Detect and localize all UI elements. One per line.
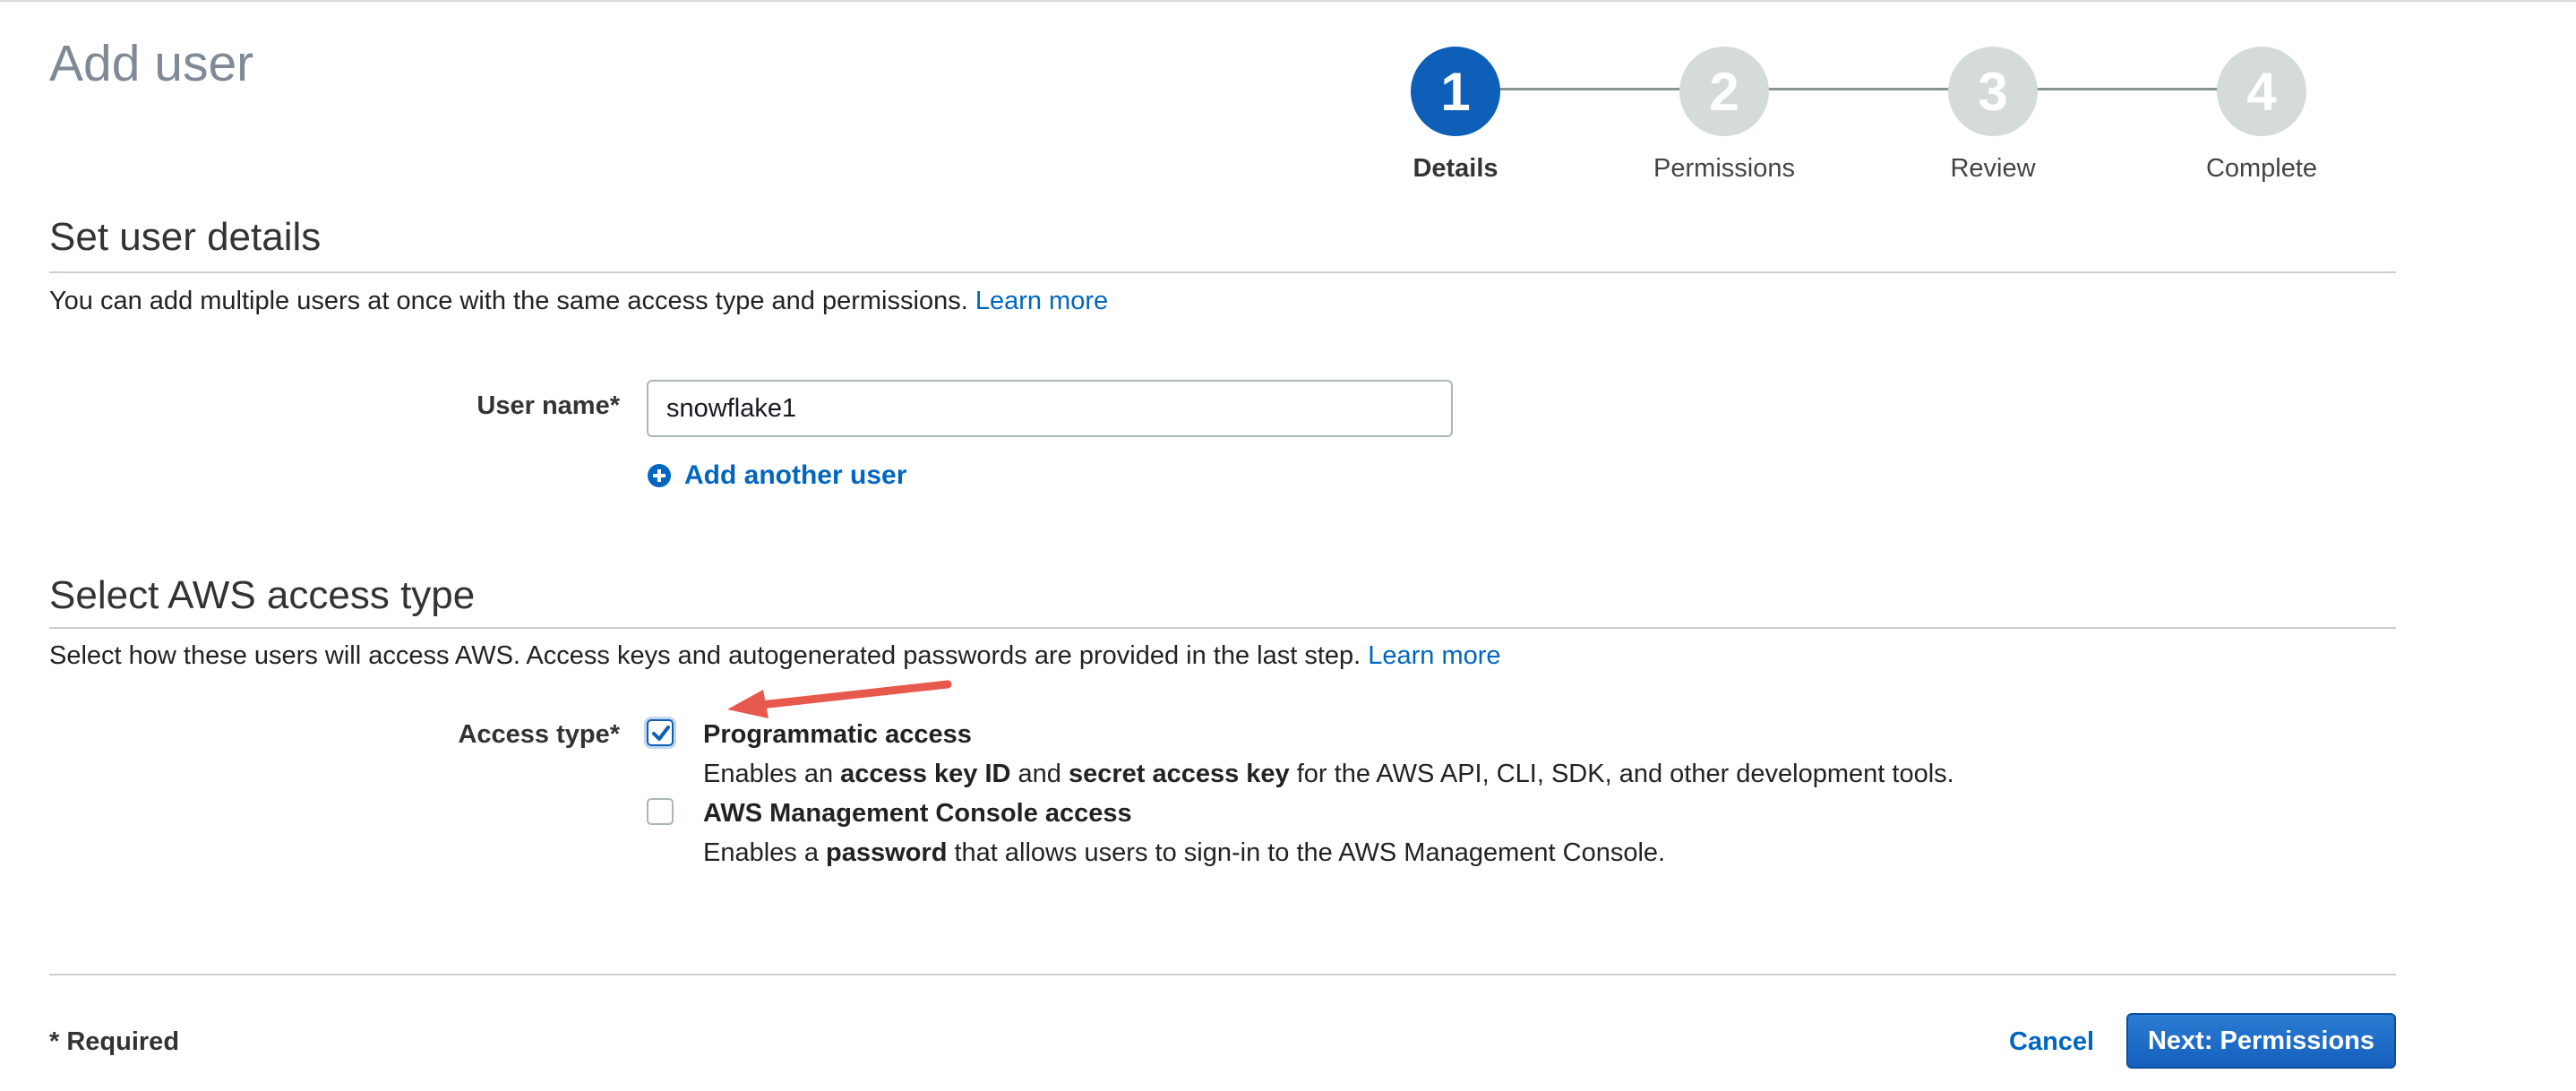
learn-more-link[interactable]: Learn more <box>1368 641 1500 670</box>
desc-bold-text: access key ID <box>840 760 1011 788</box>
console-access-title: AWS Management Console access <box>703 799 1132 828</box>
step-number: 1 <box>1411 47 1500 136</box>
username-label: User name* <box>477 391 620 420</box>
add-another-user-label: Add another user <box>684 460 907 490</box>
programmatic-access-description: Enables an access key ID and secret acce… <box>703 760 1954 789</box>
step-complete: 4 Complete <box>2163 47 2360 184</box>
desc-text: and <box>1010 760 1069 788</box>
step-review: 3 Review <box>1894 47 2091 184</box>
description-text: You can add multiple users at once with … <box>49 287 968 315</box>
access-type-description: Select how these users will access AWS. … <box>49 641 1501 671</box>
desc-bold-text: password <box>826 838 948 867</box>
console-access-description: Enables a password that allows users to … <box>703 838 1665 868</box>
step-number: 4 <box>2217 47 2306 136</box>
programmatic-access-checkbox[interactable] <box>647 719 674 746</box>
desc-text: for the AWS API, CLI, SDK, and other dev… <box>1289 760 1954 788</box>
section-title-access-type: Select AWS access type <box>49 573 476 617</box>
plus-circle-icon <box>648 464 671 487</box>
top-divider <box>0 0 2576 2</box>
step-label: Details <box>1413 154 1498 183</box>
page-title: Add user <box>49 35 254 92</box>
step-permissions: 2 Permissions <box>1626 47 1823 184</box>
step-details: 1 Details <box>1357 47 1554 184</box>
required-note: * Required <box>49 1027 180 1056</box>
step-label: Complete <box>2205 154 2318 183</box>
footer-divider <box>49 974 2396 975</box>
step-number: 3 <box>1948 47 2038 136</box>
step-label: Permissions <box>1653 154 1795 183</box>
step-label: Review <box>1950 154 2036 183</box>
cancel-button[interactable]: Cancel <box>2009 1027 2094 1057</box>
learn-more-link[interactable]: Learn more <box>975 287 1108 315</box>
section-divider <box>49 627 2396 629</box>
description-text: Select how these users will access AWS. … <box>49 641 1361 670</box>
user-details-description: You can add multiple users at once with … <box>49 287 1108 316</box>
add-another-user-link[interactable]: Add another user <box>647 460 906 491</box>
access-type-label: Access type* <box>458 720 620 749</box>
stepper-connector <box>1455 88 2262 90</box>
desc-text: Enables an <box>703 760 841 788</box>
checkmark-icon <box>652 726 670 741</box>
step-number: 2 <box>1679 47 1769 136</box>
desc-text: Enables a <box>703 838 827 867</box>
section-divider <box>49 271 2396 273</box>
next-permissions-button[interactable]: Next: Permissions <box>2126 1013 2396 1069</box>
console-access-checkbox[interactable] <box>647 798 674 825</box>
desc-bold-text: secret access key <box>1068 760 1290 788</box>
section-title-user-details: Set user details <box>49 215 322 259</box>
desc-text: that allows users to sign-in to the AWS … <box>947 838 1666 867</box>
username-input[interactable] <box>647 380 1453 437</box>
annotation-arrow <box>727 680 952 718</box>
